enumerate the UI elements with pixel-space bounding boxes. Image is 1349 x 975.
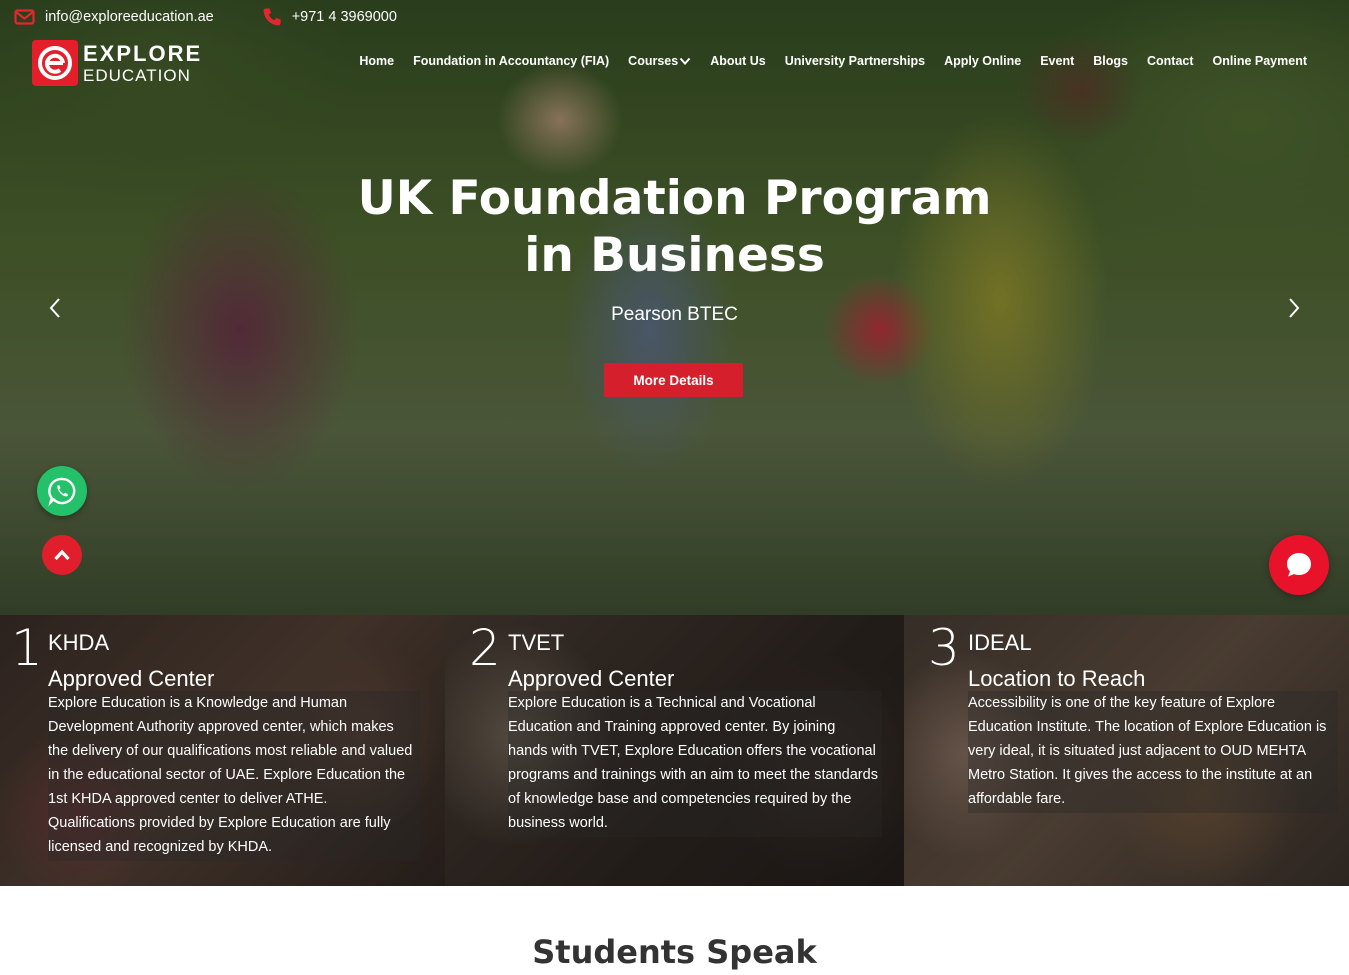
feature-card-location: 3 IDEAL Location to Reach Accessibility … — [904, 615, 1349, 886]
feature-number: 1 — [11, 619, 43, 677]
feature-text: Accessibility is one of the key feature … — [968, 691, 1338, 813]
students-speak-heading: Students Speak — [532, 933, 817, 971]
site-logo[interactable]: EXPLORE EDUCATION — [32, 40, 202, 86]
slider-prev-button[interactable] — [44, 296, 66, 320]
feature-title: KHDA Approved Center — [48, 625, 214, 697]
feature-number: 2 — [469, 619, 501, 677]
nav-blogs[interactable]: Blogs — [1093, 54, 1128, 68]
nav-courses-label: Courses — [628, 54, 679, 68]
feature-title-line-1: KHDA — [48, 630, 110, 655]
more-details-button[interactable]: More Details — [604, 363, 743, 397]
nav-foundation-accountancy[interactable]: Foundation in Accountancy (FIA) — [413, 54, 609, 68]
hero-title-line-2: in Business — [524, 228, 825, 283]
hero-title-line-1: UK Foundation Program — [357, 171, 992, 226]
scroll-to-top-button[interactable] — [42, 535, 82, 575]
hero-title: UK Foundation Program in Business — [0, 170, 1349, 284]
chevron-right-icon — [1289, 298, 1300, 318]
phone-icon — [263, 8, 281, 26]
feature-text: Explore Education is a Knowledge and Hum… — [48, 691, 420, 861]
top-contact-bar: info@exploreeducation.ae +971 4 3969000 — [14, 6, 397, 28]
feature-title: TVET Approved Center — [508, 625, 674, 697]
chevron-down-icon — [679, 57, 691, 65]
logo-mark-icon — [32, 40, 78, 86]
email-contact[interactable]: info@exploreeducation.ae — [14, 9, 214, 25]
nav-about-us[interactable]: About Us — [710, 54, 766, 68]
whatsapp-button[interactable] — [37, 466, 87, 516]
feature-title-line-1: IDEAL — [968, 630, 1032, 655]
nav-university-partnerships[interactable]: University Partnerships — [785, 54, 925, 68]
features-strip: 1 KHDA Approved Center Explore Education… — [0, 615, 1349, 886]
hero-subtitle: Pearson BTEC — [611, 304, 738, 325]
chevron-left-icon — [49, 298, 60, 318]
logo-line-1: EXPLORE — [83, 40, 203, 66]
nav-contact[interactable]: Contact — [1147, 54, 1194, 68]
whatsapp-icon — [48, 477, 76, 506]
nav-event[interactable]: Event — [1040, 54, 1074, 68]
slider-next-button[interactable] — [1283, 296, 1305, 320]
feature-card-khda: 1 KHDA Approved Center Explore Education… — [0, 615, 445, 886]
main-nav: Home Foundation in Accountancy (FIA) Cou… — [340, 54, 1307, 68]
phone-contact[interactable]: +971 4 3969000 — [262, 7, 397, 27]
chat-icon — [1287, 553, 1311, 577]
logo-text: EXPLORE EDUCATION — [83, 40, 203, 85]
feature-title-line-1: TVET — [508, 630, 565, 655]
nav-courses[interactable]: Courses — [628, 54, 691, 68]
feature-card-tvet: 2 TVET Approved Center Explore Education… — [445, 615, 904, 886]
chevron-up-icon — [54, 549, 70, 561]
nav-online-payment[interactable]: Online Payment — [1213, 54, 1307, 68]
live-chat-button[interactable] — [1269, 535, 1329, 595]
envelope-icon — [14, 9, 35, 25]
feature-number: 3 — [928, 619, 960, 677]
phone-text[interactable]: +971 4 3969000 — [292, 9, 397, 25]
nav-home[interactable]: Home — [359, 54, 394, 68]
feature-title: IDEAL Location to Reach — [968, 625, 1145, 697]
hero-slider: info@exploreeducation.ae +971 4 3969000 … — [0, 0, 1349, 615]
nav-apply-online[interactable]: Apply Online — [944, 54, 1021, 68]
logo-line-2: EDUCATION — [83, 65, 191, 85]
email-text[interactable]: info@exploreeducation.ae — [45, 9, 214, 25]
feature-text: Explore Education is a Technical and Voc… — [508, 691, 882, 837]
